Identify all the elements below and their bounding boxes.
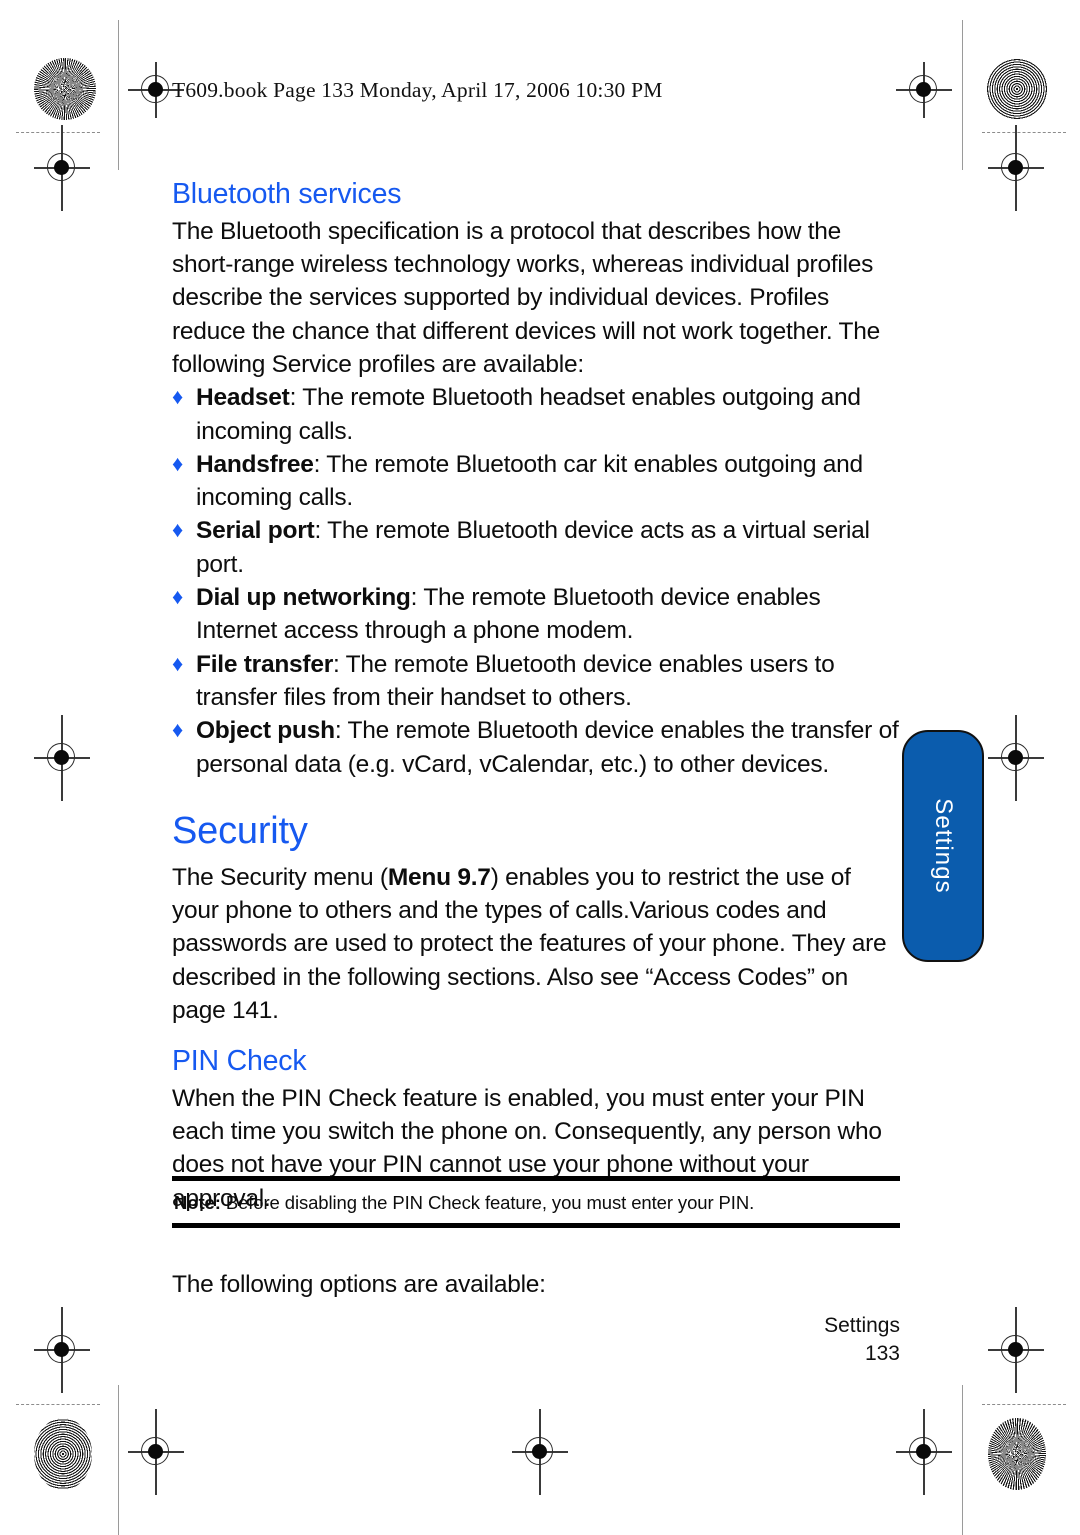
list-item: ♦ Handsfree: The remote Bluetooth car kit… (172, 448, 902, 515)
registration-rosette-top-right (986, 58, 1048, 120)
paragraph-bluetooth-intro: The Bluetooth specification is a protoco… (172, 217, 880, 378)
crop-line-left-horizontal (16, 132, 100, 133)
note-rule-bottom (172, 1223, 900, 1228)
crop-line-right-horizontal (982, 132, 1066, 133)
profile-term: File transfer (196, 650, 333, 678)
crop-line-left-vertical (118, 20, 120, 170)
crop-line-left-vertical-bottom (118, 1385, 120, 1535)
profile-term: Dial up networking (196, 584, 411, 612)
list-item: ♦ Headset: The remote Bluetooth headset e… (172, 381, 902, 448)
list-item: ♦ Serial port: The remote Bluetooth devic… (172, 514, 902, 581)
profile-description: : The remote Bluetooth headset enables o… (196, 384, 861, 445)
note-body: Before disabling the PIN Check feature, … (220, 1192, 755, 1213)
registration-mark-left-upper (34, 125, 90, 211)
registration-mark-right-lower (988, 1307, 1044, 1393)
registration-mark-bottom-center (512, 1409, 568, 1495)
footer-section-name: Settings (824, 1314, 900, 1337)
list-item: ♦ File transfer: The remote Bluetooth dev… (172, 648, 902, 715)
registration-mark-right-upper (988, 125, 1044, 211)
diamond-bullet-icon: ♦ (172, 450, 183, 476)
registration-rosette-bottom-right (988, 1418, 1046, 1490)
diamond-bullet-icon: ♦ (172, 517, 183, 543)
heading-security: Security (172, 809, 308, 852)
note-block: Note: Before disabling the PIN Check fea… (172, 1176, 900, 1228)
registration-mark-top-right (896, 62, 952, 118)
profile-term: Object push (196, 717, 335, 745)
heading-bluetooth-services: Bluetooth services (172, 178, 402, 210)
heading-pin-check: PIN Check (172, 1045, 307, 1078)
diamond-bullet-icon: ♦ (172, 717, 183, 743)
diamond-bullet-icon: ♦ (172, 384, 183, 410)
diamond-bullet-icon: ♦ (172, 650, 183, 676)
bluetooth-profile-list: ♦ Headset: The remote Bluetooth headset e… (172, 381, 902, 781)
side-tab-settings: Settings (902, 730, 984, 962)
menu-reference: Menu 9.7 (387, 863, 491, 891)
profile-term: Serial port (196, 517, 315, 545)
registration-mark-bottom-right (896, 1409, 952, 1495)
footer-page-number: 133 (864, 1342, 900, 1365)
profile-term: Handsfree (196, 450, 314, 478)
registration-mark-bottom-left (128, 1409, 184, 1495)
security-text-before-menu: The Security menu ( (172, 863, 388, 891)
list-item: ♦ Dial up networking: The remote Bluetoot… (172, 581, 902, 648)
note-label: Note: (174, 1192, 221, 1213)
diamond-bullet-icon: ♦ (172, 584, 183, 610)
registration-mark-left-middle (34, 715, 90, 801)
registration-mark-right-middle (988, 715, 1044, 801)
registration-mark-left-lower (34, 1307, 90, 1393)
trailing-paragraph: The following options are available: (172, 1271, 546, 1298)
side-tab-label: Settings (930, 798, 957, 894)
paragraph-security: The Security menu (Menu 9.7) enables you… (172, 861, 902, 1027)
crop-line-right-vertical-bottom (962, 1385, 964, 1535)
crop-line-left-horizontal-bottom (16, 1404, 100, 1405)
crop-line-right-horizontal-bottom (982, 1404, 1066, 1405)
crop-line-right-vertical (962, 20, 964, 170)
registration-rosette-top-left (34, 58, 96, 120)
page-footer: Settings 133 (824, 1312, 900, 1368)
running-header: T609.book Page 133 Monday, April 17, 200… (172, 78, 663, 102)
profile-term: Headset (196, 384, 290, 412)
registration-rosette-bottom-left (34, 1418, 92, 1490)
list-item: ♦ Object push: The remote Bluetooth devic… (172, 714, 902, 781)
page-content: Bluetooth services The Bluetooth specifi… (172, 178, 902, 1215)
note-text: Note: Before disabling the PIN Check fea… (172, 1181, 900, 1223)
